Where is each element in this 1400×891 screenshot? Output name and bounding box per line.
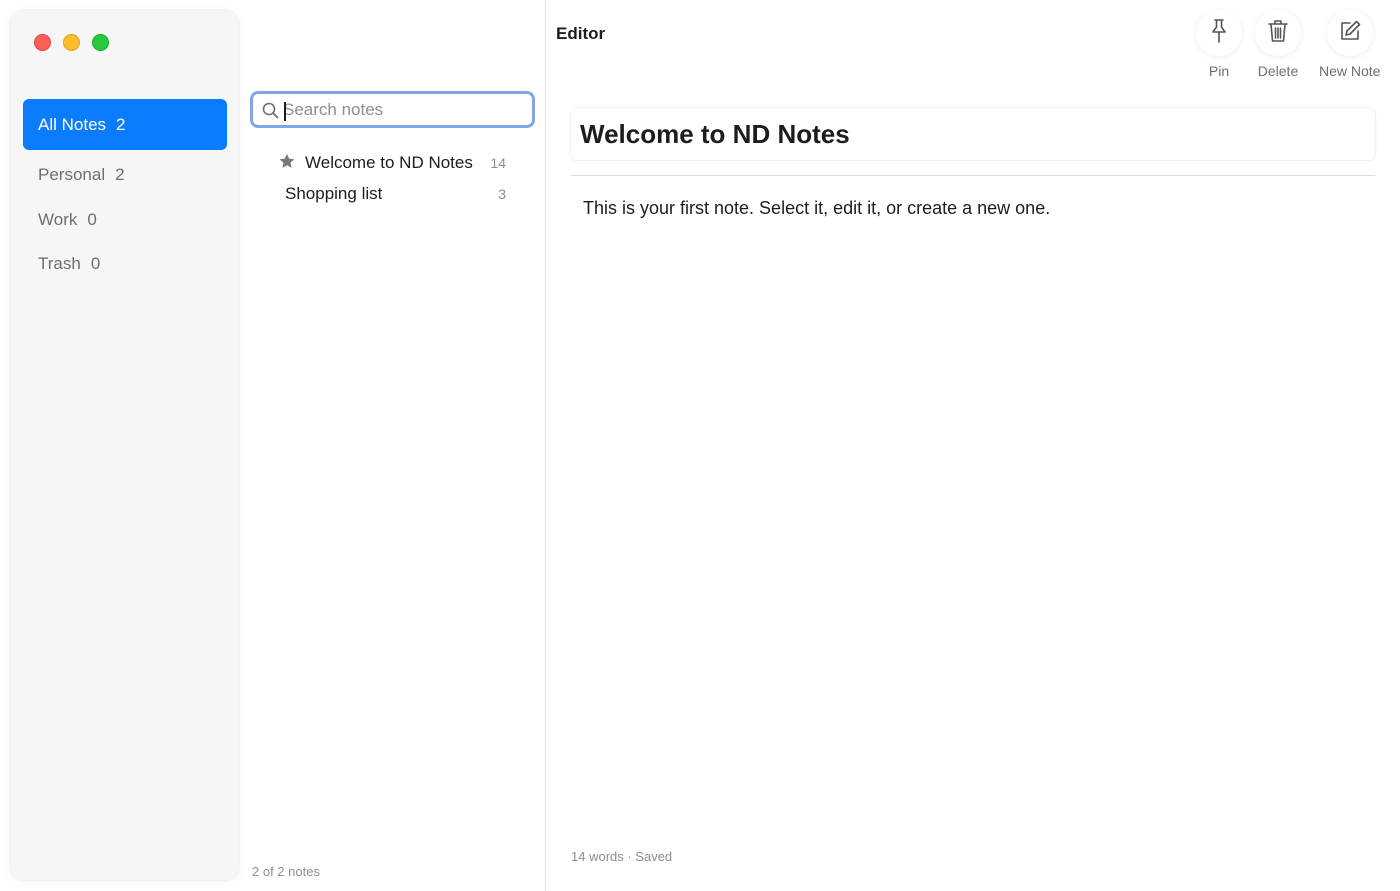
sidebar-item-trash[interactable]: Trash 0 bbox=[23, 238, 227, 289]
new-note-label: New Note bbox=[1319, 63, 1381, 79]
editor-pane: Editor Pin Delete New Note Welcome to ND… bbox=[546, 0, 1400, 891]
new-note-button[interactable]: New Note bbox=[1319, 10, 1380, 79]
sidebar: All Notes 2 Personal 2 Work 0 Trash 0 bbox=[10, 10, 239, 880]
pin-icon bbox=[1208, 18, 1230, 49]
sidebar-item-all-notes[interactable]: All Notes 2 bbox=[23, 99, 227, 150]
editor-header: Editor bbox=[556, 24, 606, 43]
folder-count: 2 bbox=[115, 164, 125, 184]
delete-button-circle[interactable] bbox=[1255, 10, 1301, 56]
folder-count: 2 bbox=[116, 114, 126, 134]
close-window-button[interactable] bbox=[34, 34, 51, 51]
folder-count: 0 bbox=[87, 209, 97, 229]
note-list-item-welcome[interactable]: Welcome to ND Notes 14 bbox=[270, 149, 510, 177]
pin-button[interactable]: Pin bbox=[1196, 10, 1242, 79]
title-divider bbox=[571, 175, 1375, 176]
minimize-window-button[interactable] bbox=[63, 34, 80, 51]
note-word-count: 3 bbox=[498, 186, 506, 202]
notes-count-footer: 2 of 2 notes bbox=[252, 864, 320, 879]
search-icon bbox=[262, 102, 279, 124]
search-input[interactable] bbox=[283, 98, 523, 122]
pin-button-circle[interactable] bbox=[1196, 10, 1242, 56]
delete-button[interactable]: Delete bbox=[1255, 10, 1301, 79]
folder-count: 0 bbox=[90, 253, 101, 273]
delete-label: Delete bbox=[1257, 63, 1299, 79]
folder-label: Work bbox=[38, 209, 78, 229]
folder-label: Trash bbox=[38, 253, 81, 273]
zoom-window-button[interactable] bbox=[92, 34, 109, 51]
note-word-count: 14 bbox=[490, 155, 506, 171]
star-icon bbox=[278, 152, 296, 175]
pin-label: Pin bbox=[1208, 63, 1230, 79]
app-window: All Notes 2 Personal 2 Work 0 Trash 0 Se… bbox=[0, 0, 1400, 891]
note-body-editor[interactable]: This is your first note. Select it, edit… bbox=[583, 198, 1050, 219]
text-caret bbox=[284, 102, 286, 121]
search-field[interactable] bbox=[250, 91, 535, 128]
trash-icon bbox=[1267, 18, 1289, 49]
note-title: Shopping list bbox=[285, 184, 383, 203]
new-note-button-circle[interactable] bbox=[1326, 10, 1373, 56]
note-list-item-shopping[interactable]: Shopping list 3 bbox=[270, 180, 510, 208]
notes-list-pane: Welcome to ND Notes 14 Shopping list 3 2… bbox=[240, 0, 545, 891]
folder-label: Personal bbox=[38, 164, 106, 184]
folder-label: All Notes bbox=[38, 114, 107, 134]
status-bar-text: 14 words · Saved bbox=[571, 849, 673, 864]
note-title: Welcome to ND Notes bbox=[305, 153, 473, 172]
sidebar-item-personal[interactable]: Personal 2 bbox=[23, 149, 227, 200]
note-title-field[interactable]: Welcome to ND Notes bbox=[571, 108, 1375, 160]
compose-icon bbox=[1338, 19, 1362, 48]
